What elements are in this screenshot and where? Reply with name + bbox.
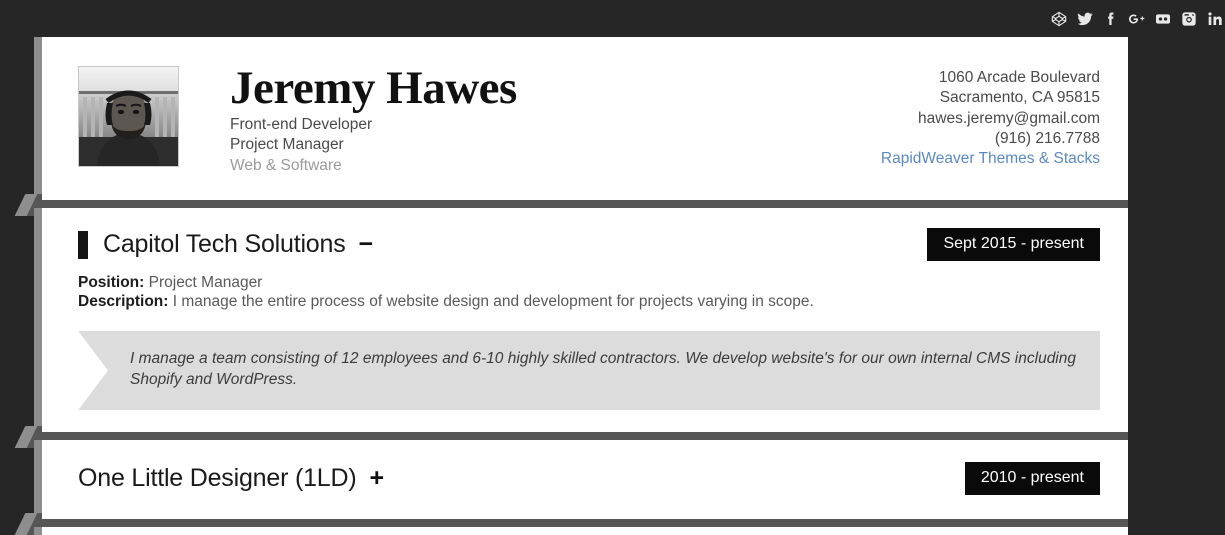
- role-secondary: Project Manager: [230, 136, 344, 154]
- contact-block: 1060 Arcade Boulevard Sacramento, CA 958…: [840, 63, 1100, 169]
- job-quote-callout-1: I manage a team consisting of 12 employe…: [78, 330, 1100, 411]
- header-card-wrapper: Jeremy Hawes Front-end Developer Project…: [34, 37, 1128, 200]
- job-position-row-1: Position: Project Manager: [78, 273, 1100, 292]
- position-value-1: Project Manager: [148, 274, 263, 291]
- role-primary: Front-end Developer: [230, 115, 373, 133]
- role-tertiary: Web & Software: [230, 156, 342, 174]
- contact-website-link[interactable]: RapidWeaver Themes & Stacks: [840, 149, 1100, 169]
- facebook-icon[interactable]: [1102, 11, 1119, 28]
- social-links-bar: [1050, 0, 1225, 38]
- contact-email[interactable]: hawes.jeremy@gmail.com: [840, 109, 1100, 129]
- resume-container: Jeremy Hawes Front-end Developer Project…: [34, 37, 1128, 535]
- card-left-edge: [34, 440, 42, 520]
- description-value-1: I manage the entire process of website d…: [172, 293, 814, 311]
- job-card-wrapper-3: Chowdhury Chowdhury + 2008 - 2010: [34, 527, 1128, 535]
- contact-city-state-zip: Sacramento, CA 95815: [939, 89, 1100, 107]
- section-divider: [42, 519, 1128, 528]
- card-left-edge: [34, 208, 42, 433]
- section-divider: [42, 200, 1128, 208]
- job-card-chowdhury-chowdhury: Chowdhury Chowdhury + 2008 - 2010: [42, 527, 1128, 535]
- contact-phone: (916) 216.7788: [994, 129, 1100, 147]
- job-title-group-2: One Little Designer (1LD) +: [78, 464, 384, 493]
- active-indicator-bar: [78, 230, 88, 259]
- identity-block: Jeremy Hawes Front-end Developer Project…: [179, 63, 840, 175]
- job-card-one-little-designer: One Little Designer (1LD) + 2010 - prese…: [42, 440, 1128, 520]
- twitter-icon[interactable]: [1076, 11, 1093, 28]
- collapse-minus-icon[interactable]: −: [359, 232, 374, 257]
- job-description-row-1: Description: I manage the entire process…: [78, 292, 1100, 311]
- avatar: [78, 66, 179, 167]
- expand-plus-icon[interactable]: +: [369, 466, 384, 491]
- job-quote-text-1: I manage a team consisting of 12 employe…: [130, 349, 1076, 388]
- job-date-badge-2: 2010 - present: [964, 462, 1100, 496]
- job-header-1[interactable]: Capitol Tech Solutions − Sept 2015 - pre…: [78, 228, 1100, 261]
- header-card: Jeremy Hawes Front-end Developer Project…: [42, 37, 1128, 200]
- codepen-icon[interactable]: [1050, 11, 1067, 28]
- job-title-1: Capitol Tech Solutions: [103, 230, 346, 258]
- instagram-icon[interactable]: [1180, 11, 1197, 28]
- page-title: Jeremy Hawes: [230, 62, 517, 114]
- job-date-badge-1: Sept 2015 - present: [927, 228, 1100, 261]
- job-card-capitol-tech-solutions: Capitol Tech Solutions − Sept 2015 - pre…: [42, 208, 1128, 433]
- card-left-edge: [34, 527, 42, 535]
- contact-street: 1060 Arcade Boulevard: [938, 69, 1100, 86]
- description-label-1: Description:: [78, 293, 169, 311]
- job-details-1: Position: Project Manager Description: I…: [78, 273, 1100, 312]
- job-title-2: One Little Designer (1LD): [78, 464, 357, 493]
- card-left-edge: [34, 37, 42, 200]
- job-card-wrapper-1: Capitol Tech Solutions − Sept 2015 - pre…: [34, 208, 1128, 433]
- google-plus-icon[interactable]: [1128, 11, 1145, 28]
- job-title-group-1: Capitol Tech Solutions −: [78, 230, 373, 259]
- job-header-2[interactable]: One Little Designer (1LD) + 2010 - prese…: [78, 462, 1100, 496]
- flickr-icon[interactable]: [1154, 11, 1171, 28]
- job-card-wrapper-2: One Little Designer (1LD) + 2010 - prese…: [34, 440, 1128, 520]
- position-label-1: Position:: [78, 274, 145, 291]
- linkedin-icon[interactable]: [1206, 11, 1223, 28]
- section-divider: [42, 432, 1128, 441]
